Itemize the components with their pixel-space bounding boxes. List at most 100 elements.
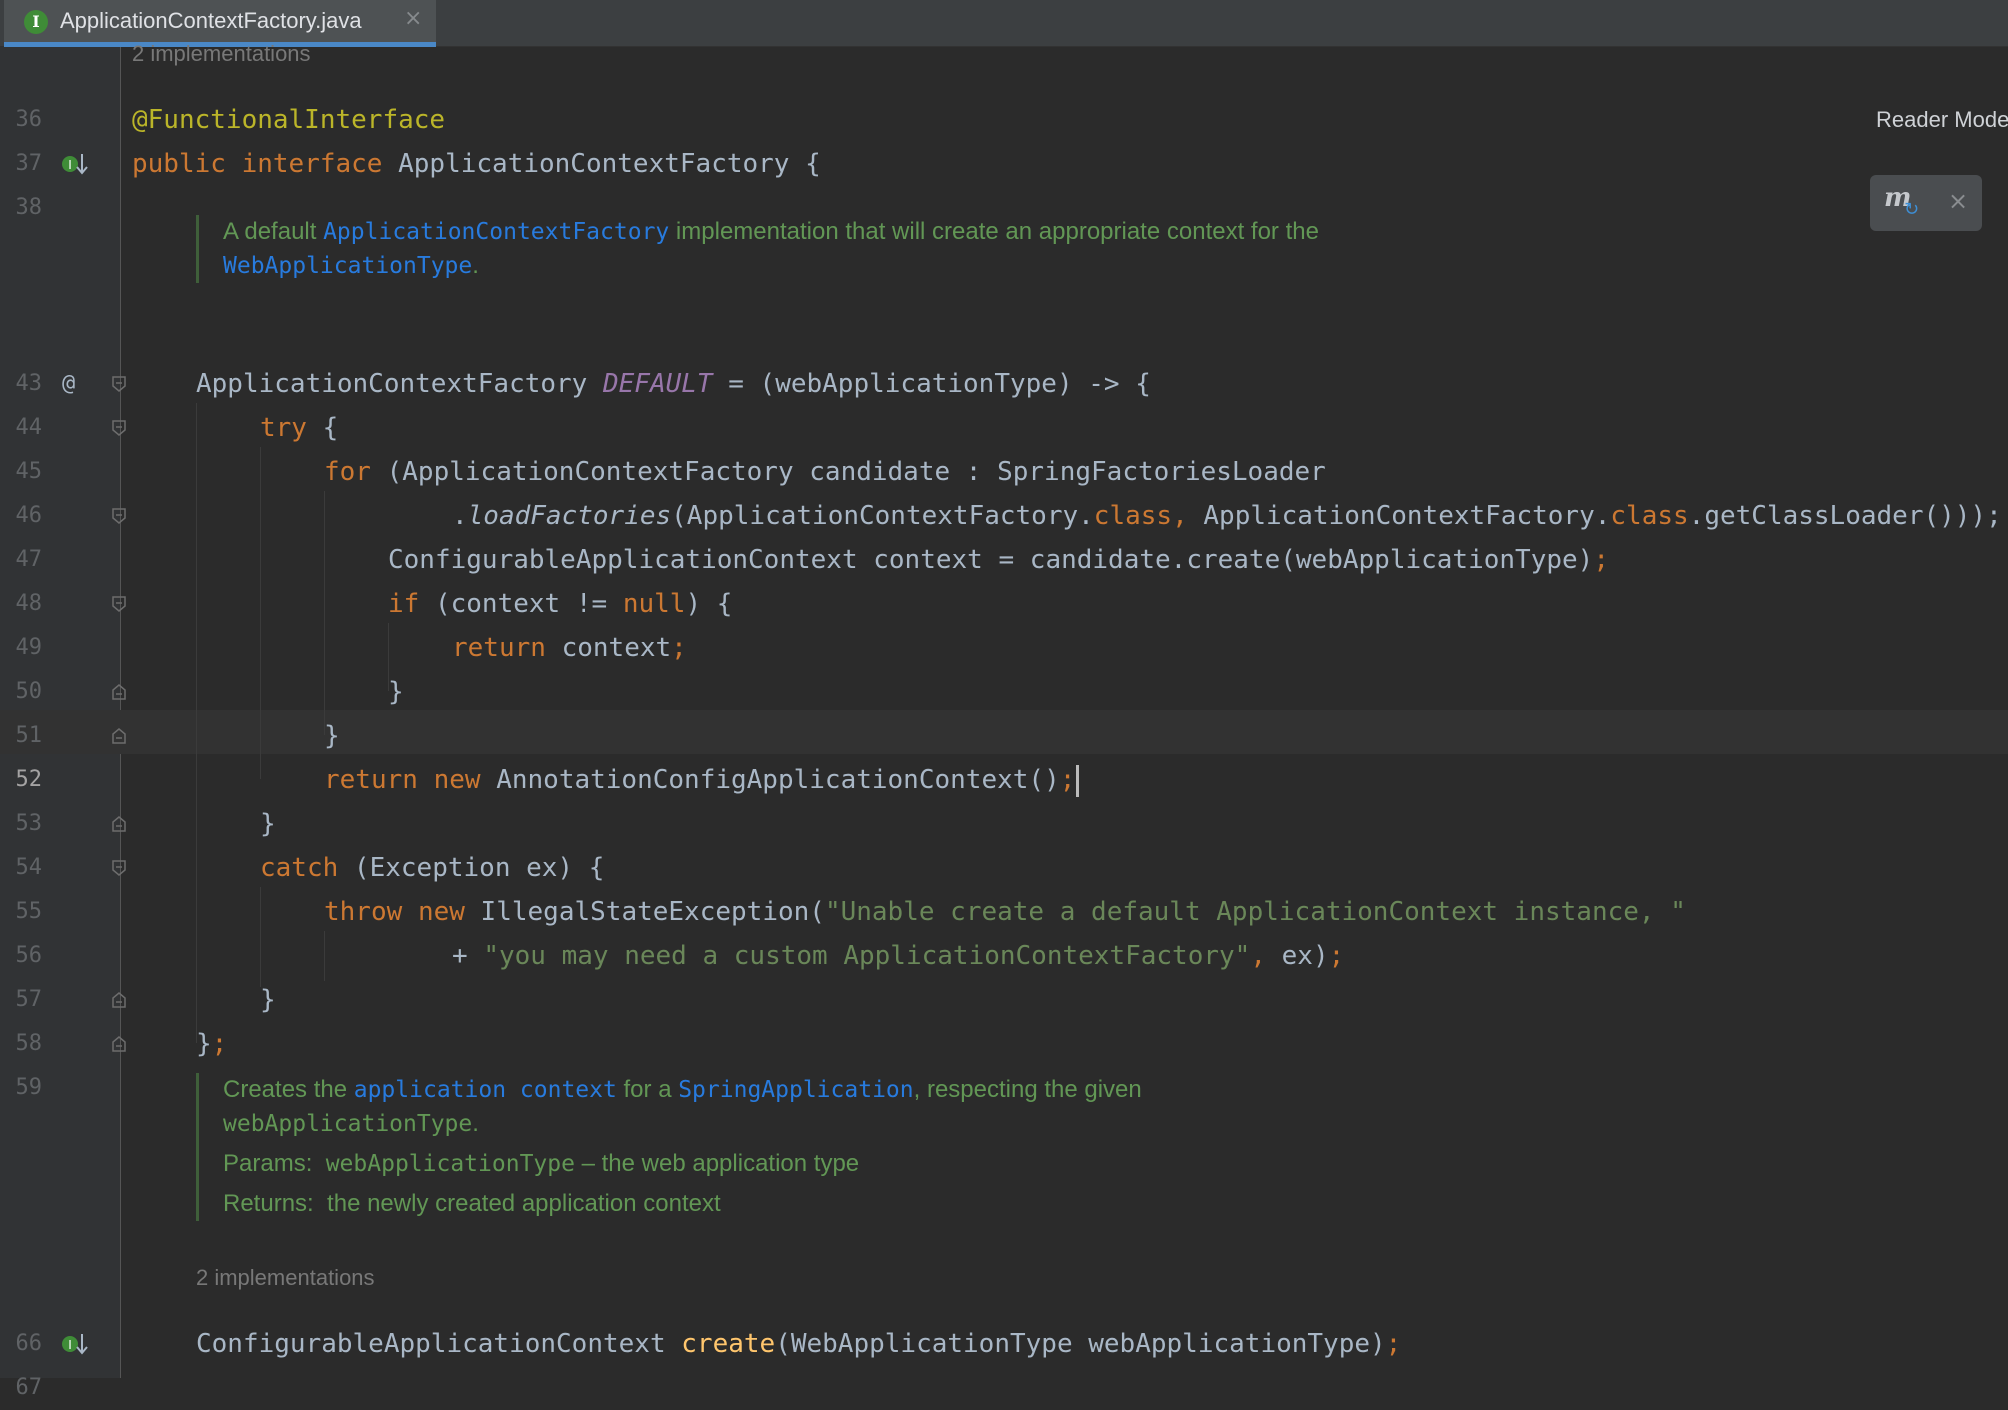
code-line-57[interactable]: }: [260, 978, 276, 1022]
line-number: 50: [15, 679, 43, 704]
close-icon[interactable]: ×: [1948, 187, 1968, 215]
code-text: +: [452, 941, 484, 971]
code-editor[interactable]: 36 37 38 43 44 45 46 47 48 49 50 51 52 5…: [0, 41, 2008, 1400]
fold-end-marker-icon[interactable]: [112, 684, 126, 700]
code-line-43[interactable]: ApplicationContextFactory DEFAULT = (web…: [196, 362, 1151, 406]
fold-marker-icon[interactable]: [112, 596, 126, 612]
implementation-down-arrow-icon[interactable]: I: [60, 1322, 88, 1366]
javadoc-create[interactable]: Creates the application context for a Sp…: [196, 1073, 1523, 1221]
line-number: 56: [15, 943, 43, 968]
indent-guide: [260, 447, 261, 779]
code-line-66[interactable]: ConfigurableApplicationContext create(We…: [196, 1322, 1401, 1366]
code-text: ConfigurableApplicationContext: [196, 1329, 682, 1359]
doc-link[interactable]: WebApplicationType: [223, 253, 472, 279]
svg-text:I: I: [68, 158, 72, 172]
line-number: 57: [15, 987, 43, 1012]
doc-text: for a: [616, 1076, 679, 1103]
keyword: return: [452, 633, 546, 663]
fold-marker-icon[interactable]: [112, 508, 126, 524]
override-at-icon[interactable]: @: [62, 362, 75, 406]
line-number: 54: [15, 855, 43, 880]
code-text: }: [196, 1029, 212, 1059]
fold-end-marker-icon[interactable]: [112, 1036, 126, 1052]
line-number: 58: [15, 1031, 43, 1056]
fold-end-marker-icon[interactable]: [112, 816, 126, 832]
code-text: {: [306, 413, 339, 443]
javadoc-line: webApplicationType.: [223, 1107, 1523, 1141]
code-line-58[interactable]: };: [196, 1022, 227, 1066]
doc-text: .: [472, 252, 479, 279]
keyword: new: [417, 897, 465, 927]
code-line-47[interactable]: ConfigurableApplicationContext context =…: [388, 538, 1609, 582]
keyword: try: [260, 413, 307, 443]
editor-tab-bar: I ApplicationContextFactory.java ×: [0, 0, 2008, 47]
javadoc-default[interactable]: A default ApplicationContextFactory impl…: [196, 215, 1523, 283]
code-line-48[interactable]: if (context != null) {: [388, 582, 732, 626]
implementations-hint[interactable]: 2 implementations: [132, 41, 311, 67]
code-text: (WebApplicationType webApplicationType): [775, 1329, 1386, 1359]
code-line-53[interactable]: }: [260, 802, 276, 846]
method-call: loadFactories: [467, 501, 672, 531]
fold-marker-icon[interactable]: [112, 376, 126, 392]
doc-code: webApplicationType: [223, 1111, 473, 1137]
reader-mode-toggle[interactable]: Reader Mode: [1876, 107, 2008, 133]
implementations-hint[interactable]: 2 implementations: [196, 1265, 375, 1291]
code-line-50[interactable]: }: [388, 670, 404, 714]
constant: DEFAULT: [603, 369, 713, 399]
line-number: 37: [15, 151, 43, 176]
line-number: 45: [15, 459, 43, 484]
fold-end-marker-icon[interactable]: [112, 992, 126, 1008]
code-text: (ApplicationContextFactory.: [671, 501, 1094, 531]
doc-text: A default: [223, 218, 324, 245]
doc-link[interactable]: application context: [354, 1077, 617, 1103]
annotation: @FunctionalInterface: [132, 105, 446, 135]
close-tab-icon[interactable]: ×: [404, 6, 422, 31]
maven-reload-popup[interactable]: m ↻ ×: [1870, 175, 1982, 231]
line-number: 46: [15, 503, 43, 528]
line-number: 51: [15, 723, 43, 748]
code-line-56[interactable]: + "you may need a custom ApplicationCont…: [452, 934, 1344, 978]
line-number: 53: [15, 811, 43, 836]
semicolon: ;: [1593, 545, 1609, 575]
code-line-45[interactable]: for (ApplicationContextFactory candidate…: [324, 450, 1326, 494]
string-literal: "you may need a custom ApplicationContex…: [483, 941, 1251, 971]
code-text: }: [260, 809, 276, 839]
svg-text:I: I: [68, 1338, 72, 1352]
line-number: 44: [15, 415, 43, 440]
keyword: return: [324, 765, 418, 795]
code-line-49[interactable]: return context;: [452, 626, 687, 670]
code-line-52[interactable]: return new AnnotationConfigApplicationCo…: [324, 758, 1080, 802]
doc-text: , respecting the given: [913, 1076, 1142, 1103]
string-literal: "Unable create a default ApplicationCont…: [824, 897, 1686, 927]
fold-marker-icon[interactable]: [112, 420, 126, 436]
code-line-44[interactable]: try {: [260, 406, 338, 450]
doc-code: webApplicationType: [325, 1151, 575, 1177]
text-caret: [1076, 764, 1080, 797]
code-line-51[interactable]: }: [324, 714, 340, 758]
fold-marker-icon[interactable]: [112, 860, 126, 876]
semicolon: ;: [1059, 765, 1076, 795]
implementation-down-arrow-icon[interactable]: I: [60, 142, 88, 186]
code-line-54[interactable]: catch (Exception ex) {: [260, 846, 604, 890]
javadoc-line: Creates the application context for a Sp…: [223, 1073, 1523, 1107]
code-text: ApplicationContextFactory.: [1203, 501, 1611, 531]
interface-file-icon: I: [24, 10, 48, 34]
code-text: context: [545, 633, 672, 663]
code-line-37[interactable]: public interface ApplicationContextFacto…: [132, 142, 821, 186]
code-text: }: [324, 721, 340, 751]
fold-end-marker-icon[interactable]: [112, 728, 126, 744]
code-line-55[interactable]: throw new IllegalStateException("Unable …: [324, 890, 1686, 934]
editor-tab-application-context-factory[interactable]: I ApplicationContextFactory.java ×: [4, 0, 436, 47]
doc-link[interactable]: ApplicationContextFactory: [323, 219, 669, 245]
keyword: throw: [324, 897, 403, 927]
line-number: 48: [15, 591, 43, 616]
doc-link[interactable]: SpringApplication: [678, 1077, 913, 1103]
javadoc-returns: Returns: the newly created application c…: [223, 1187, 1523, 1221]
doc-text: the newly created application context: [327, 1190, 721, 1217]
code-line-36[interactable]: @FunctionalInterface: [132, 98, 445, 142]
doc-text: implementation that will create an appro…: [669, 218, 1319, 245]
code-line-46[interactable]: .loadFactories(ApplicationContextFactory…: [452, 494, 2002, 538]
line-number: 59: [15, 1075, 43, 1100]
keyword: class: [1610, 501, 1689, 531]
keyword: if: [388, 589, 420, 619]
